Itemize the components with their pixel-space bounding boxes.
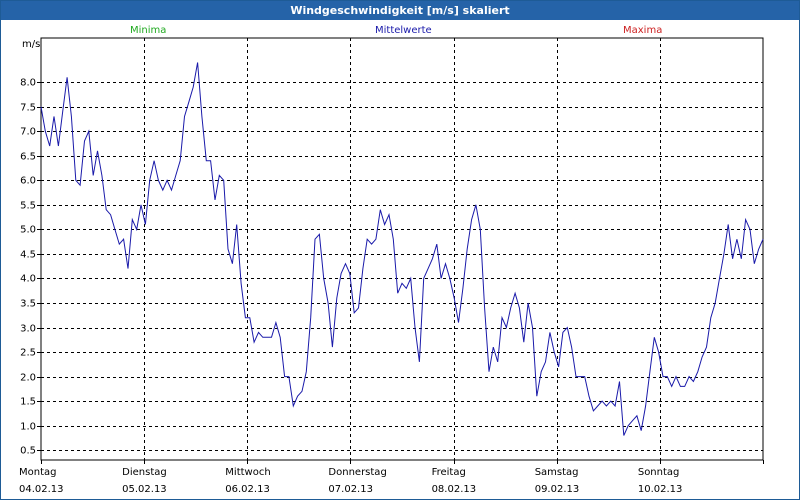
y-tick-label: 5.0 [20,225,36,236]
x-date-label: 04.02.13 [19,484,64,495]
x-date-label: 08.02.13 [431,484,477,495]
y-tick-label: 6.5 [20,152,36,163]
x-date-label: 05.02.13 [122,484,167,495]
y-tick-label: 3.5 [20,299,36,310]
x-date-label: 06.02.13 [225,484,270,495]
y-tick-label: 4.0 [20,274,36,285]
x-day-label: Mittwoch [225,467,271,478]
x-day-label: Sonntag [637,467,680,478]
y-tick-label: 7.0 [20,127,36,138]
y-tick-label: 6.0 [20,176,36,187]
y-tick-label: 0.5 [20,446,36,457]
y-tick-label: 4.5 [20,250,36,261]
y-tick-label: 3.0 [20,324,36,335]
x-date-label: 07.02.13 [328,484,373,495]
y-tick-label: 8.0 [20,78,36,89]
line-chart: 0.5 1.0 1.5 2.0 2.5 3.0 3.5 4.0 4.5 5.0 5.5 6.0 6.5 7… [20,37,764,464]
y-tick-label: 1.0 [20,422,36,433]
x-day-label: Dienstag [122,467,167,478]
y-tick-label: 7.5 [20,103,36,114]
y-tick-label: 1.5 [20,397,36,408]
plot-frame [40,37,764,461]
x-day-label: Donnerstag [328,467,387,478]
series-line-mittelwerte [40,62,764,436]
x-day-label: Montag [19,467,57,478]
y-tick-label: 2.0 [20,373,36,384]
x-day-label: Samstag [534,467,579,478]
y-tick-label: 5.5 [20,201,36,212]
x-date-label: 10.02.13 [637,484,683,495]
x-date-label: 09.02.13 [534,484,580,495]
y-tick-label: 2.5 [20,348,36,359]
x-day-label: Freitag [431,467,466,478]
